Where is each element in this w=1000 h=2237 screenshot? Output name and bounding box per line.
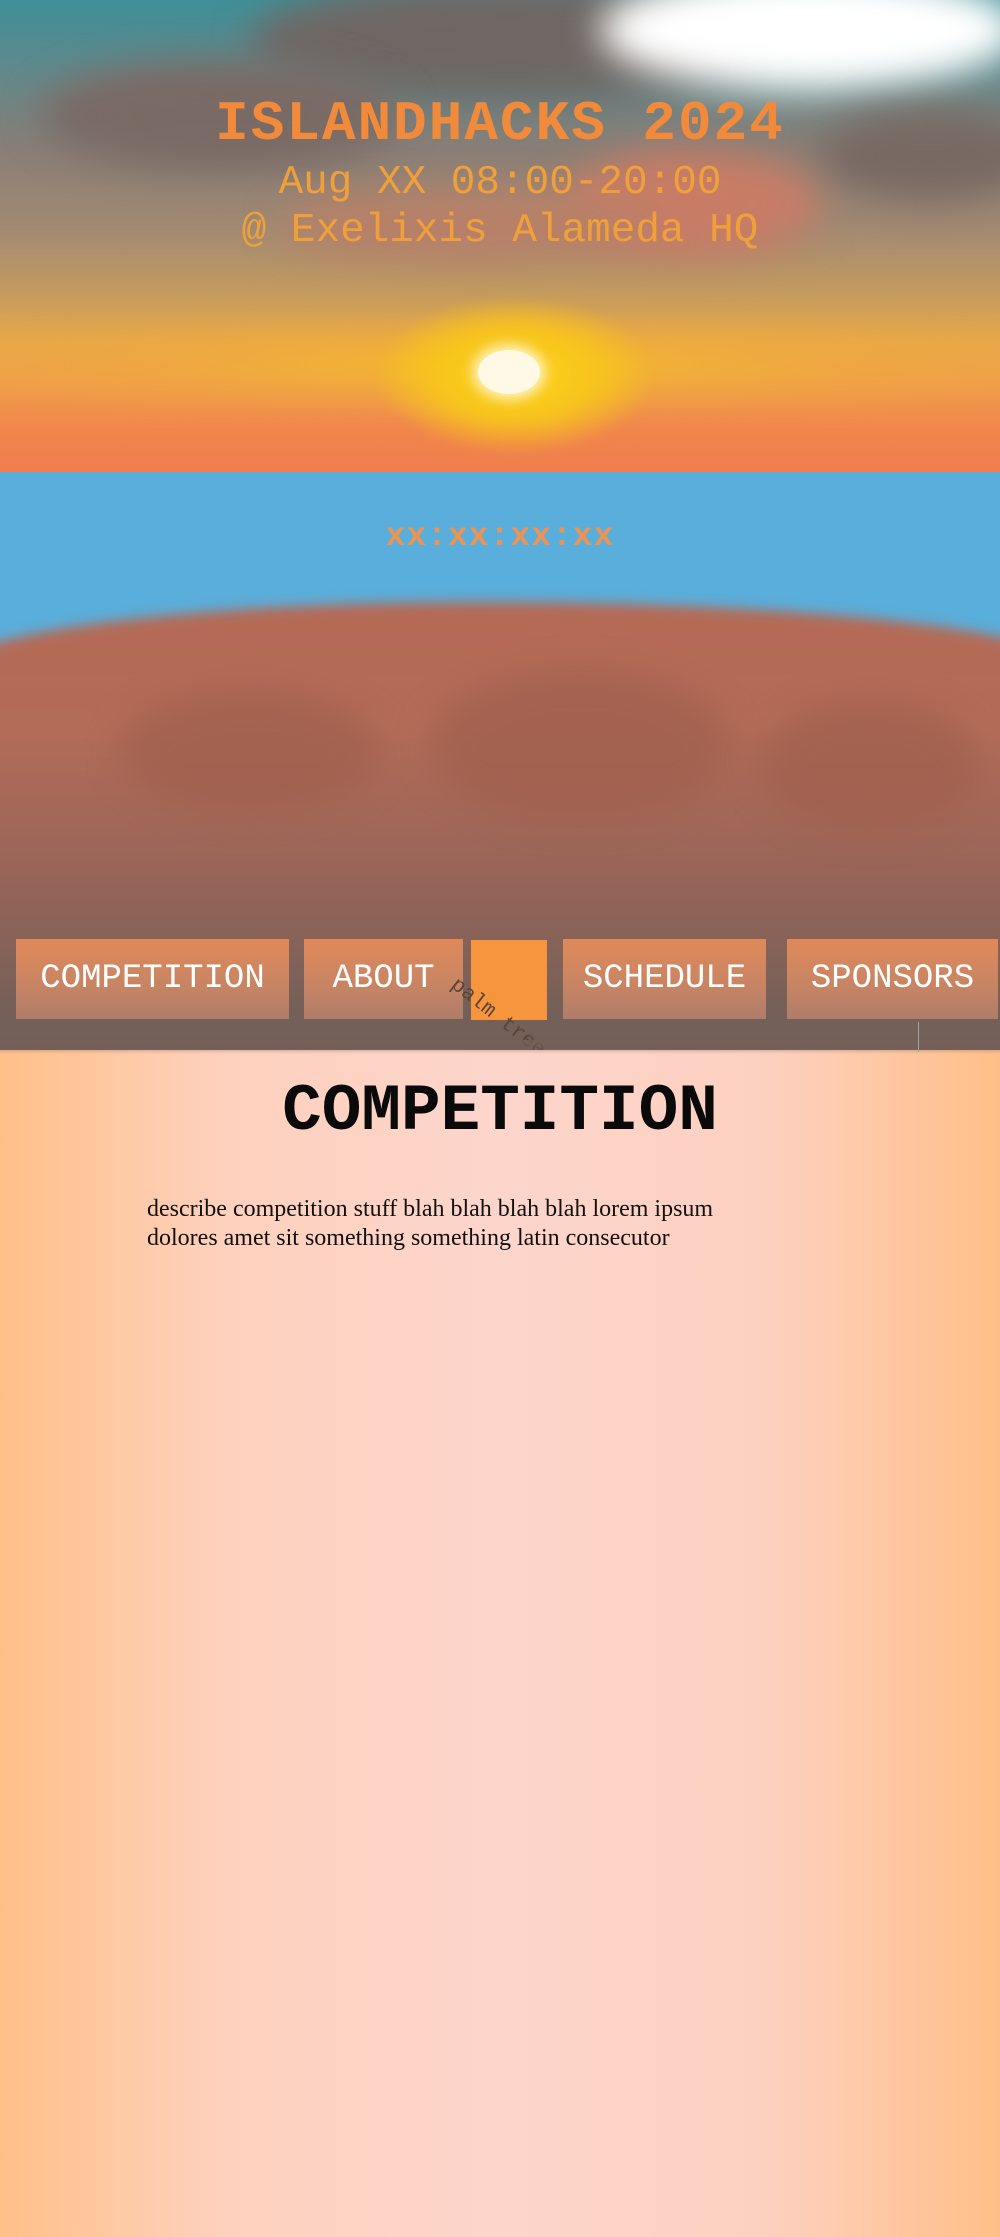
section-body-line: describe competition stuff blah blah bla… — [147, 1196, 714, 1222]
island-ridge — [430, 672, 730, 822]
sun — [478, 350, 540, 394]
nav-competition-button[interactable]: COMPETITION — [16, 939, 289, 1019]
nav-shadow — [0, 1040, 1000, 1054]
countdown-timer: xx:xx:xx:xx — [385, 518, 615, 555]
section-body: describe competition stuff blah blah bla… — [147, 1195, 847, 1253]
event-date: Aug XX 08:00-20:00 — [278, 160, 722, 206]
section-body-line: dolores amet sit something something lat… — [147, 1225, 670, 1251]
island-ridge — [120, 692, 380, 812]
competition-section: COMPETITION describe competition stuff b… — [0, 1050, 1000, 2237]
event-venue: @ Exelixis Alameda HQ — [241, 208, 759, 254]
nav-schedule-button[interactable]: SCHEDULE — [563, 939, 766, 1019]
section-title: COMPETITION — [282, 1074, 718, 1149]
divider — [918, 1022, 919, 1052]
hero-banner: ISLANDHACKS 2024 Aug XX 08:00-20:00 @ Ex… — [0, 0, 1000, 472]
event-title: ISLANDHACKS 2024 — [215, 92, 785, 156]
nav-sponsors-button[interactable]: SPONSORS — [787, 939, 998, 1019]
island-ridge — [760, 702, 980, 832]
nav-about-button[interactable]: ABOUT — [304, 939, 463, 1019]
